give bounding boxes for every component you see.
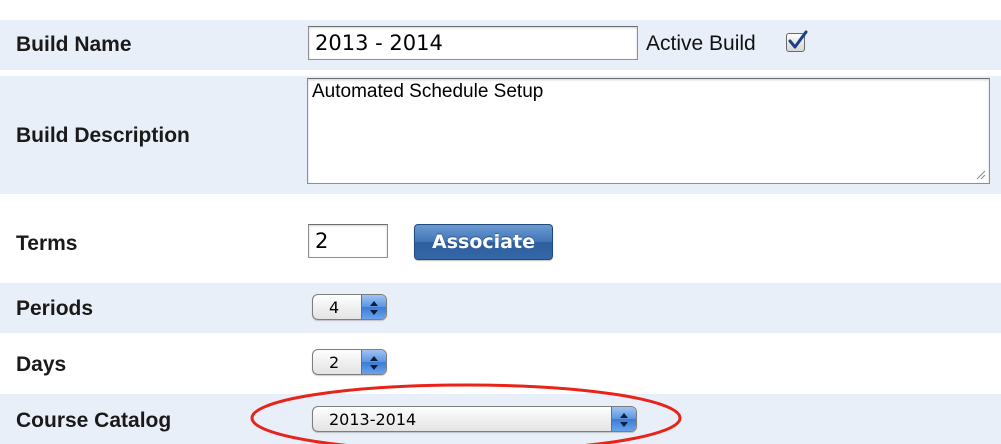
build-description-textarea[interactable]: Automated Schedule Setup: [307, 78, 990, 184]
periods-select[interactable]: 4: [312, 294, 387, 320]
course-catalog-label: Course Catalog: [16, 409, 172, 432]
terms-label: Terms: [16, 232, 78, 255]
build-description-label: Build Description: [16, 124, 190, 147]
build-description-row: Build Description Automated Schedule Set…: [0, 76, 1001, 194]
build-name-input[interactable]: [308, 26, 638, 60]
active-build-label: Active Build: [646, 32, 756, 55]
terms-row: Terms Associate: [0, 212, 1001, 274]
select-arrows-icon: [361, 350, 386, 374]
active-build-checkbox[interactable]: [786, 30, 808, 52]
days-selected-value: 2: [329, 353, 340, 372]
days-row: Days 2: [0, 338, 1001, 386]
course-catalog-selected-value: 2013-2014: [329, 410, 417, 429]
periods-selected-value: 4: [329, 298, 340, 317]
terms-input[interactable]: [308, 224, 388, 258]
checkmark-icon: [788, 30, 808, 49]
select-arrows-icon: [361, 295, 386, 319]
days-select[interactable]: 2: [312, 349, 387, 375]
course-catalog-row: Course Catalog 2013-2014: [0, 394, 1001, 444]
build-name-label: Build Name: [16, 33, 132, 56]
build-name-row: Build Name Active Build: [0, 20, 1001, 70]
associate-button[interactable]: Associate: [414, 224, 553, 260]
course-catalog-select[interactable]: 2013-2014: [312, 406, 637, 432]
resize-grip-icon[interactable]: [976, 170, 986, 180]
periods-row: Periods 4: [0, 283, 1001, 333]
periods-label: Periods: [16, 297, 94, 320]
select-arrows-icon: [611, 407, 636, 431]
days-label: Days: [16, 353, 67, 376]
